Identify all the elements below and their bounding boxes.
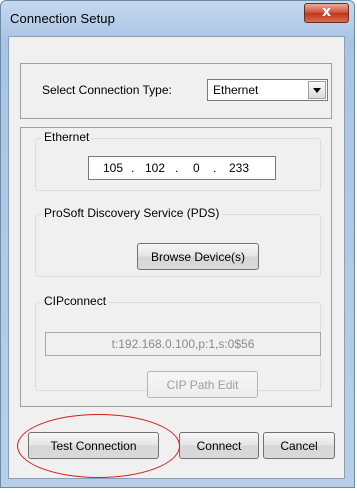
- connection-type-value: Ethernet: [213, 83, 259, 97]
- ip-separator: .: [175, 161, 179, 175]
- pds-group-label: ProSoft Discovery Service (PDS): [42, 206, 222, 220]
- connection-type-label: Select Connection Type:: [42, 83, 172, 97]
- title-bar[interactable]: Connection Setup x: [1, 1, 354, 37]
- browse-devices-button[interactable]: Browse Device(s): [137, 243, 259, 270]
- ethernet-group-label: Ethernet: [42, 130, 92, 144]
- ip-address-field[interactable]: 105 . 102 . 0 . 233: [88, 156, 276, 180]
- ip-separator: .: [131, 161, 135, 175]
- highlight-circle: [17, 414, 180, 478]
- ip-octet-3[interactable]: 0: [193, 161, 200, 175]
- cancel-button[interactable]: Cancel: [263, 432, 335, 459]
- connection-type-select[interactable]: Ethernet: [207, 79, 328, 101]
- connect-button[interactable]: Connect: [179, 432, 259, 459]
- chevron-down-icon[interactable]: [308, 81, 326, 99]
- ip-separator: .: [213, 161, 217, 175]
- ip-octet-1[interactable]: 105: [103, 161, 123, 175]
- close-icon: x: [321, 4, 332, 20]
- cip-path-edit-button: CIP Path Edit: [147, 371, 258, 398]
- cip-path-field: t:192.168.0.100,p:1,s:0$56: [45, 332, 321, 356]
- close-button[interactable]: x: [304, 3, 349, 23]
- window-title: Connection Setup: [10, 11, 115, 26]
- ip-octet-2[interactable]: 102: [145, 161, 165, 175]
- cipconnect-group-label: CIPconnect: [42, 294, 109, 308]
- ip-octet-4[interactable]: 233: [229, 161, 249, 175]
